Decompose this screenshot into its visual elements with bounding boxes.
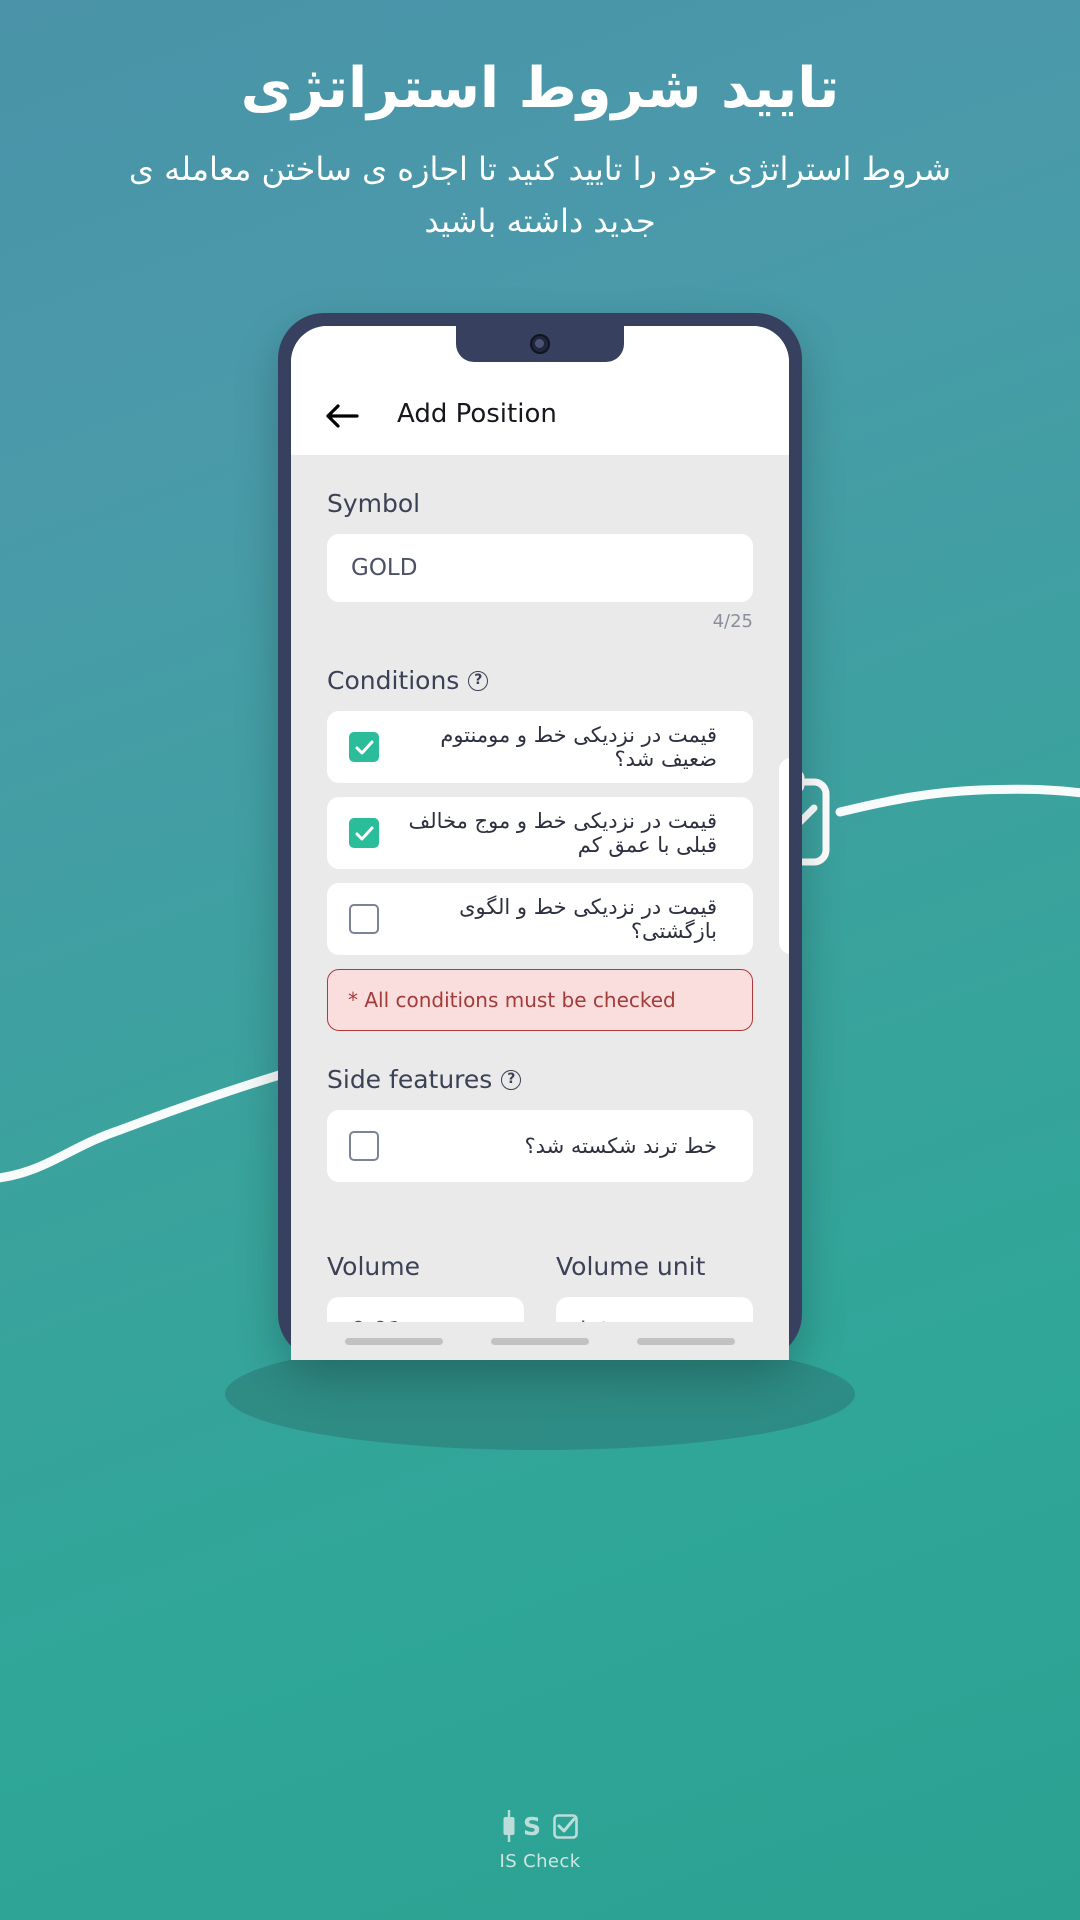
nav-recents-pill[interactable]	[345, 1337, 443, 1345]
side-feature-label-1: خط ترند شکسته شد؟	[524, 1134, 717, 1158]
conditions-error-text: * All conditions must be checked	[348, 988, 676, 1012]
side-panel-peek	[779, 758, 789, 954]
back-button[interactable]	[311, 403, 373, 429]
s-letter-icon: S	[523, 1812, 541, 1841]
volume-label: Volume	[327, 1252, 420, 1281]
phone-screen: Add Position Symbol GOLD 4/25 Conditions…	[291, 326, 789, 1360]
conditions-section-label: Conditions ?	[327, 666, 753, 695]
android-nav-bar	[291, 1322, 789, 1360]
check-icon	[355, 740, 373, 754]
nav-home-pill[interactable]	[491, 1337, 589, 1345]
conditions-help-icon[interactable]: ?	[468, 670, 489, 691]
conditions-error-banner: * All conditions must be checked	[327, 969, 753, 1031]
condition-checkbox-3[interactable]	[349, 904, 379, 934]
promo-header: تایید شروط استراتژی شروط استراتژی خود را…	[0, 52, 1080, 248]
svg-text:S: S	[523, 1812, 541, 1841]
conditions-label-text: Conditions	[327, 666, 460, 695]
footer-brand: S IS Check	[0, 1809, 1080, 1872]
page-title: Add Position	[397, 399, 557, 429]
is-check-logo-icon: S	[0, 1809, 1080, 1843]
side-features-section-label: Side features ?	[327, 1065, 753, 1094]
condition-row-3[interactable]: قیمت در نزدیکی خط و الگوی بازگشتی؟	[327, 883, 753, 955]
condition-checkbox-2[interactable]	[349, 818, 379, 848]
checkbox-square-icon	[553, 1814, 578, 1839]
side-feature-checkbox-1[interactable]	[349, 1131, 379, 1161]
footer-brand-name: IS Check	[499, 1851, 581, 1872]
condition-row-2[interactable]: قیمت در نزدیکی خط و موج مخالف قبلی با عم…	[327, 797, 753, 869]
form-scroll-area[interactable]: Symbol GOLD 4/25 Conditions ? قیمت در نز…	[291, 455, 789, 1360]
phone-mockup: Add Position Symbol GOLD 4/25 Conditions…	[278, 313, 802, 1360]
symbol-label: Symbol	[327, 489, 421, 518]
front-camera-icon	[530, 334, 550, 354]
condition-checkbox-1[interactable]	[349, 732, 379, 762]
nav-back-pill[interactable]	[637, 1337, 735, 1345]
symbol-counter: 4/25	[712, 611, 753, 632]
condition-row-1[interactable]: قیمت در نزدیکی خط و مومنتوم ضعیف شد؟	[327, 711, 753, 783]
promo-page: تایید شروط استراتژی شروط استراتژی خود را…	[0, 0, 1080, 1920]
symbol-input-value: GOLD	[351, 555, 418, 581]
promo-headline: تایید شروط استراتژی	[240, 56, 840, 121]
phone-notch	[456, 326, 624, 362]
side-feature-row-1[interactable]: خط ترند شکسته شد؟	[327, 1110, 753, 1182]
arrow-left-icon	[326, 404, 359, 428]
volume-unit-label: Volume unit	[556, 1252, 706, 1281]
condition-label-1: قیمت در نزدیکی خط و مومنتوم ضعیف شد؟	[440, 723, 717, 771]
symbol-input[interactable]: GOLD	[327, 534, 753, 602]
condition-label-2: قیمت در نزدیکی خط و موج مخالف قبلی با عم…	[408, 809, 717, 857]
side-features-help-icon[interactable]: ?	[501, 1069, 522, 1090]
promo-subheadline: شروط استراتژی خود را تایید کنید تا اجازه…	[128, 149, 952, 240]
check-icon	[355, 826, 373, 840]
side-features-label-text: Side features	[327, 1065, 493, 1094]
condition-label-3: قیمت در نزدیکی خط و الگوی بازگشتی؟	[459, 895, 717, 943]
candle-icon	[503, 1810, 515, 1842]
